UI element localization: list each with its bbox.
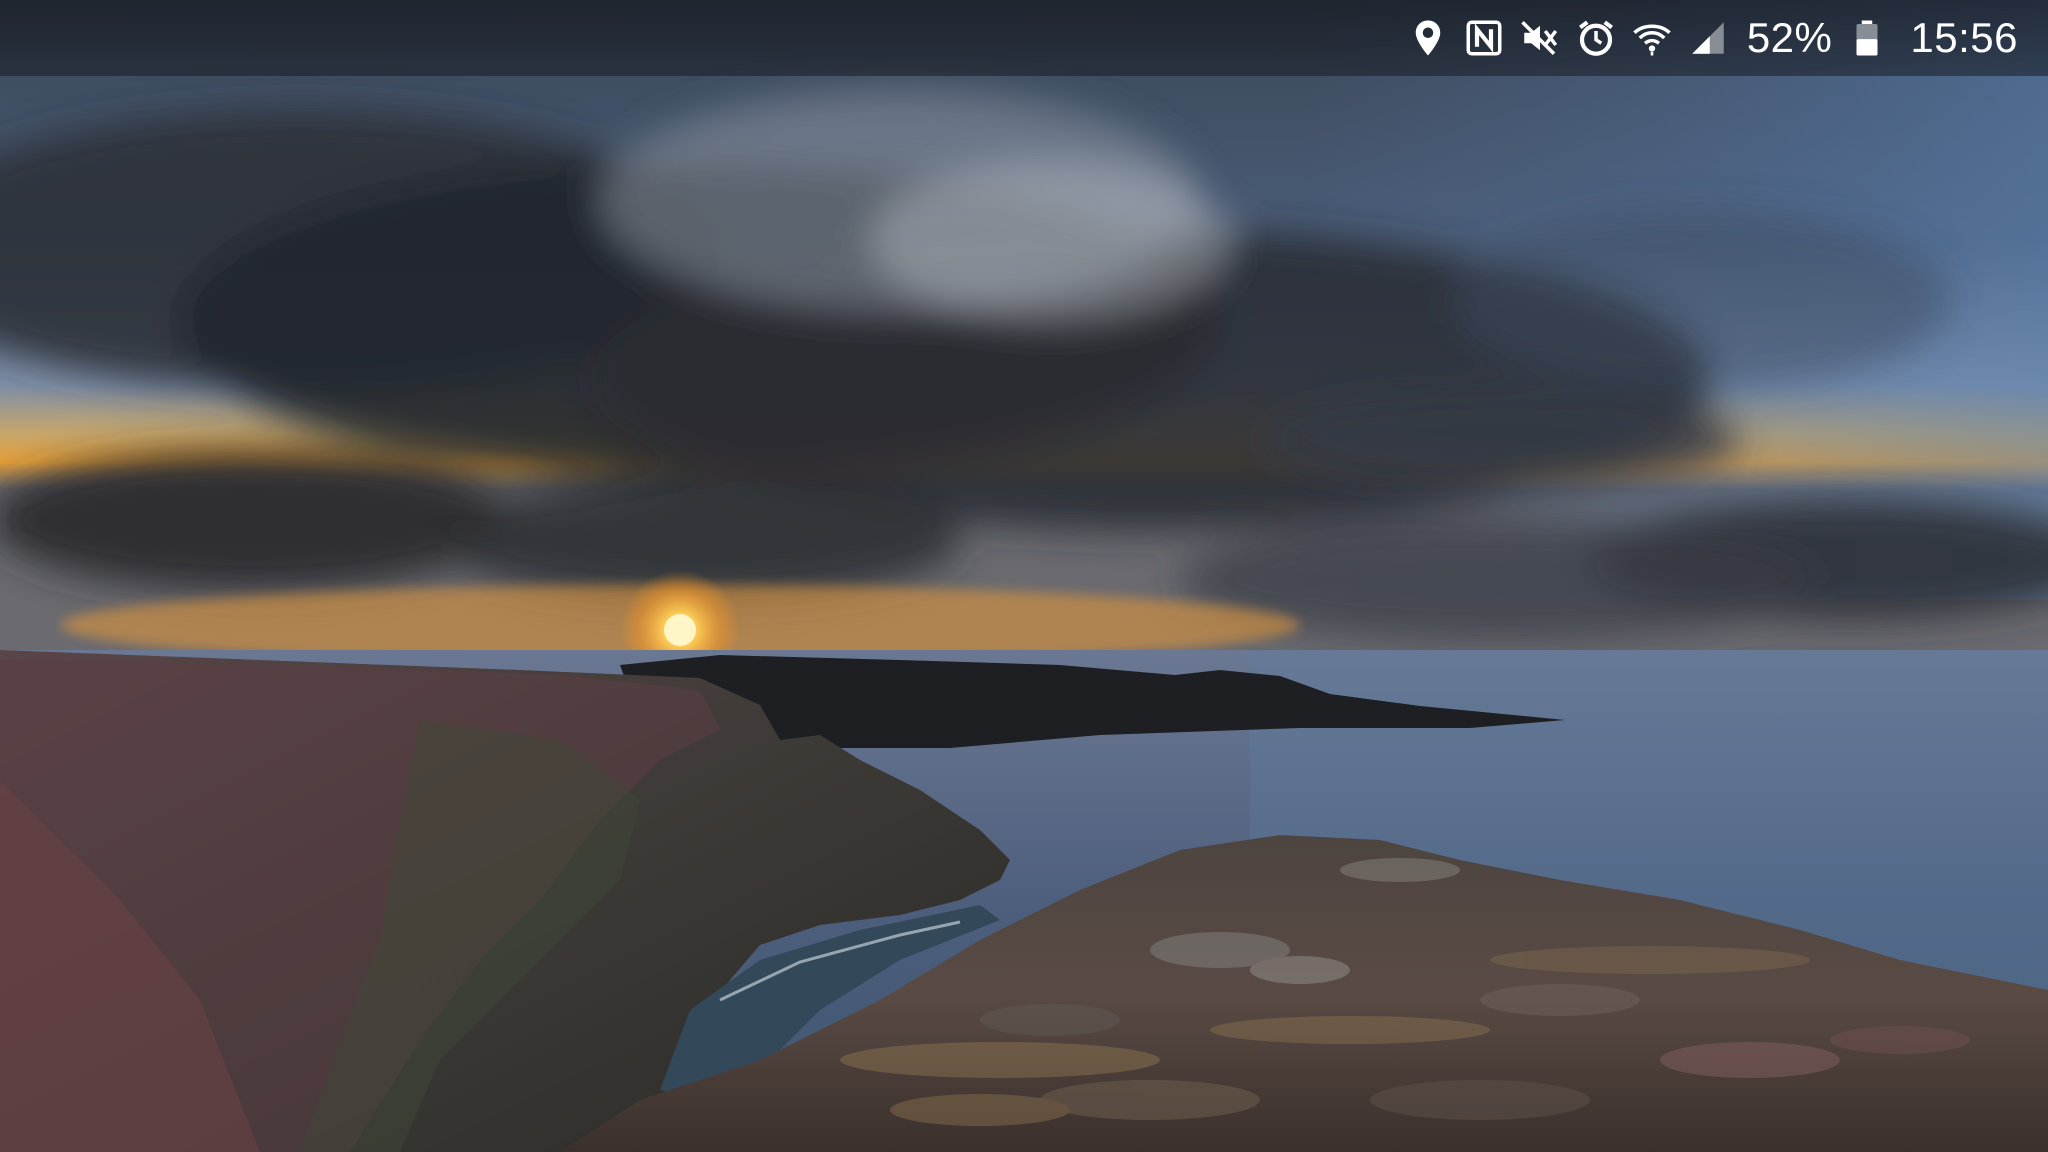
signal-icon <box>1687 17 1729 59</box>
battery-percent: 52% <box>1746 14 1833 61</box>
nfc-icon <box>1463 17 1505 59</box>
battery-icon <box>1846 17 1888 59</box>
wallpaper-image <box>0 0 2048 1152</box>
home-screen: 52% 15:56 <box>0 0 2048 1152</box>
status-bar: 52% 15:56 <box>0 0 2048 76</box>
clock: 15:56 <box>1910 14 2018 61</box>
alarm-icon <box>1575 17 1617 59</box>
wifi-icon <box>1631 17 1673 59</box>
status-icons: 52% 15:56 <box>1407 17 2018 59</box>
mute-icon <box>1519 17 1561 59</box>
location-icon <box>1407 17 1449 59</box>
